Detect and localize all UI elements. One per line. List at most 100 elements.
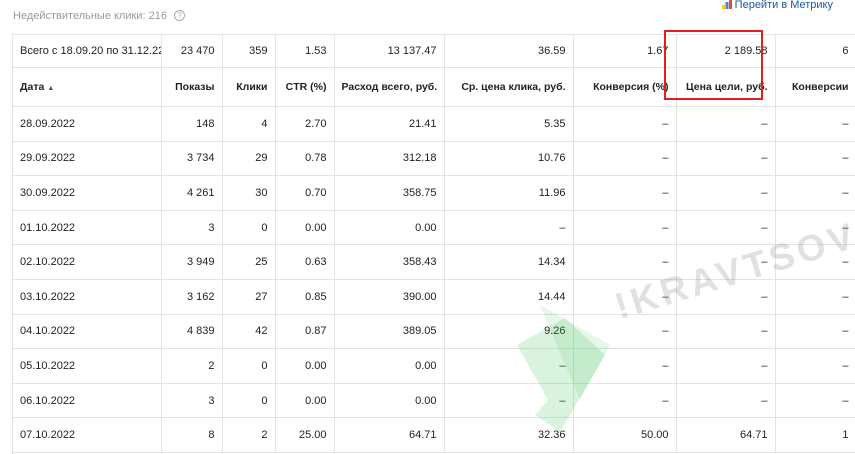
table-row: 30.09.2022 4 261 30 0.70 358.75 11.96– – – [13, 175, 855, 211]
cell-ctr: 0.70 [275, 175, 335, 211]
column-header-impressions[interactable]: Показы [161, 67, 223, 107]
column-header-date[interactable]: Дата ▲ [13, 67, 162, 107]
cell-impressions: 3 [161, 210, 223, 246]
question-circle-icon[interactable]: ? [174, 10, 185, 21]
cell-conversions: – [775, 210, 855, 246]
cell-impressions: 3 [161, 383, 223, 419]
total-label: Всего с 18.09.20 по 31.12.22 [13, 35, 162, 68]
cell-ctr: 0.00 [275, 210, 335, 246]
cell-spend: 389.05 [334, 314, 445, 350]
column-header-clicks[interactable]: Клики [222, 67, 276, 107]
cell-ctr: 0.78 [275, 141, 335, 177]
cell-date: 03.10.2022 [13, 279, 162, 315]
cell-avg-cpc: 14.44 [444, 279, 574, 315]
total-goal-cost: 2 189.58 [676, 35, 776, 68]
cell-conversion-rate: – [573, 348, 677, 384]
column-header-avg-cpc[interactable]: Ср. цена клика, руб. [444, 67, 574, 107]
cell-ctr: 0.00 [275, 348, 335, 384]
cell-date: 02.10.2022 [13, 244, 162, 280]
cell-spend: 358.43 [334, 244, 445, 280]
metrika-bars-icon [721, 0, 732, 9]
cell-impressions: 4 261 [161, 175, 223, 211]
cell-impressions: 8 [161, 417, 223, 453]
cell-impressions: 3 949 [161, 244, 223, 280]
table-row: 02.10.2022 3 949 25 0.63 358.43 14.34– – – [13, 244, 855, 280]
cell-conversions: – [775, 383, 855, 419]
cell-spend: 21.41 [334, 106, 445, 142]
header-row: Дата ▲ Показы Клики CTR (%) Расход всего,… [13, 67, 855, 107]
cell-goal-cost: – [676, 314, 776, 350]
cell-ctr: 25.00 [275, 417, 335, 453]
cell-impressions: 3 162 [161, 279, 223, 315]
total-clicks: 359 [222, 35, 276, 68]
cell-conversions: – [775, 279, 855, 315]
cell-conversions: – [775, 175, 855, 211]
cell-goal-cost: – [676, 106, 776, 142]
cell-avg-cpc: – [444, 210, 574, 246]
cell-ctr: 0.87 [275, 314, 335, 350]
table-row: 06.10.2022 3 0 0.00 0.00– – – – [13, 383, 855, 419]
cell-goal-cost: 64.71 [676, 417, 776, 453]
metrika-link-label: Перейти в Метрику [734, 0, 833, 11]
table-row: 05.10.2022 2 0 0.00 0.00– – – – [13, 348, 855, 384]
cell-ctr: 2.70 [275, 106, 335, 142]
cell-date: 07.10.2022 [13, 417, 162, 453]
total-ctr: 1.53 [275, 35, 335, 68]
cell-conversion-rate: – [573, 383, 677, 419]
cell-spend: 64.71 [334, 417, 445, 453]
total-conversion-rate: 1.67 [573, 35, 677, 68]
cell-avg-cpc: 5.35 [444, 106, 574, 142]
column-header-goal-cost[interactable]: Цена цели, руб. [676, 67, 776, 107]
cell-ctr: 0.63 [275, 244, 335, 280]
cell-conversion-rate: – [573, 175, 677, 211]
cell-clicks: 42 [222, 314, 276, 350]
column-header-conversion-rate[interactable]: Конверсия (%) [573, 67, 677, 107]
metrika-link[interactable]: Перейти в Метрику [721, 0, 833, 11]
column-header-ctr[interactable]: CTR (%) [275, 67, 335, 107]
cell-date: 01.10.2022 [13, 210, 162, 246]
total-conversions: 6 [775, 35, 855, 68]
stats-table: Всего с 18.09.20 по 31.12.22 23 470 359 … [13, 35, 855, 453]
cell-avg-cpc: 32.36 [444, 417, 574, 453]
cell-conversion-rate: – [573, 106, 677, 142]
cell-conversions: – [775, 348, 855, 384]
sort-ascending-icon: ▲ [47, 85, 55, 92]
cell-date: 05.10.2022 [13, 348, 162, 384]
cell-conversion-rate: – [573, 244, 677, 280]
cell-spend: 0.00 [334, 210, 445, 246]
column-header-spend[interactable]: Расход всего, руб. [334, 67, 445, 107]
cell-spend: 0.00 [334, 348, 445, 384]
cell-impressions: 3 734 [161, 141, 223, 177]
table-row: 29.09.2022 3 734 29 0.78 312.18 10.76– – – [13, 141, 855, 177]
cell-avg-cpc: 10.76 [444, 141, 574, 177]
cell-spend: 0.00 [334, 383, 445, 419]
cell-ctr: 0.00 [275, 383, 335, 419]
cell-conversion-rate: 50.00 [573, 417, 677, 453]
cell-conversions: – [775, 106, 855, 142]
cell-avg-cpc: 9.26 [444, 314, 574, 350]
cell-goal-cost: – [676, 383, 776, 419]
cell-date: 30.09.2022 [13, 175, 162, 211]
cell-clicks: 0 [222, 383, 276, 419]
cell-clicks: 2 [222, 417, 276, 453]
cell-avg-cpc: – [444, 348, 574, 384]
total-impressions: 23 470 [161, 35, 223, 68]
cell-spend: 312.18 [334, 141, 445, 177]
cell-goal-cost: – [676, 141, 776, 177]
cell-avg-cpc: 11.96 [444, 175, 574, 211]
column-header-conversions[interactable]: Конверсии [775, 67, 855, 107]
cell-clicks: 0 [222, 210, 276, 246]
cell-spend: 390.00 [334, 279, 445, 315]
cell-goal-cost: – [676, 175, 776, 211]
table-row: 01.10.2022 3 0 0.00 0.00– – – – [13, 210, 855, 246]
cell-goal-cost: – [676, 210, 776, 246]
cell-clicks: 30 [222, 175, 276, 211]
table-row: 28.09.2022 148 4 2.70 21.41 5.35– – – [13, 106, 855, 142]
total-avg-cpc: 36.59 [444, 35, 574, 68]
invalid-clicks-label: Недействительные клики: [13, 10, 146, 22]
cell-conversion-rate: – [573, 210, 677, 246]
cell-conversions: – [775, 141, 855, 177]
total-spend: 13 137.47 [334, 35, 445, 68]
total-row: Всего с 18.09.20 по 31.12.22 23 470 359 … [13, 35, 855, 68]
stats-table-container: Всего с 18.09.20 по 31.12.22 23 470 359 … [12, 34, 855, 454]
